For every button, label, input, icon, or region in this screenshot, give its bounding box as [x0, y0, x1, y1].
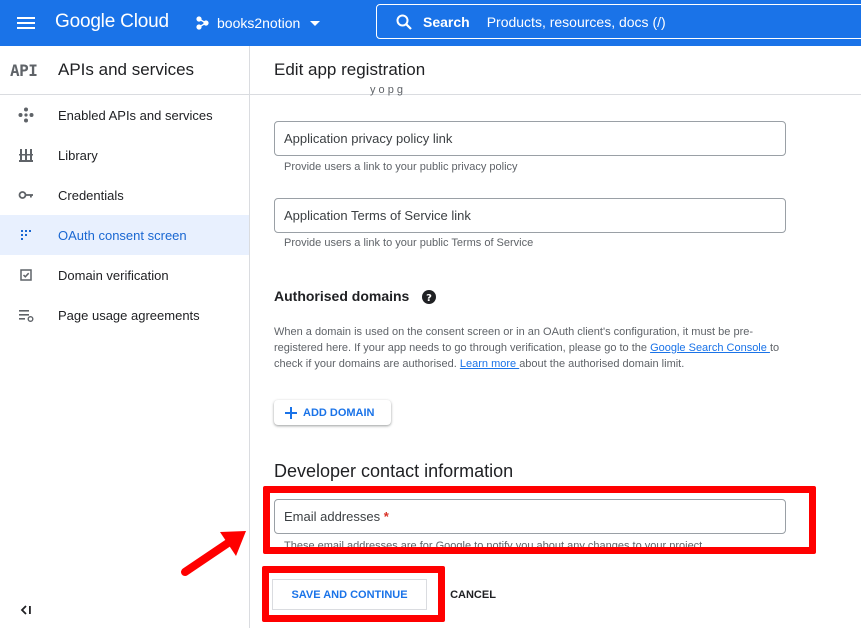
api-logo-icon: API [10, 60, 38, 80]
google-cloud-logo[interactable]: Google Cloud [55, 11, 169, 33]
search-console-link[interactable]: Google Search Console [650, 342, 770, 354]
privacy-policy-placeholder: Application privacy policy link [284, 131, 453, 146]
settings-list-icon [19, 310, 34, 322]
hub-icon [18, 107, 34, 123]
clipped-hint-text: y o p g [370, 84, 404, 96]
terms-of-service-input[interactable]: Application Terms of Service link [274, 198, 786, 233]
red-arrow-annotation [181, 531, 246, 576]
cancel-button[interactable]: CANCEL [440, 579, 506, 610]
terms-of-service-placeholder: Application Terms of Service link [284, 208, 471, 223]
search-icon [396, 14, 412, 30]
sidebar-item-label: Domain verification [58, 267, 169, 283]
caret-down-icon [310, 21, 321, 26]
svg-text:?: ? [426, 293, 432, 304]
library-icon [19, 149, 33, 162]
collapse-sidebar-icon[interactable] [18, 602, 34, 618]
help-icon[interactable]: ? [421, 289, 437, 305]
menu-icon[interactable] [14, 11, 38, 35]
highlight-box-email [263, 486, 816, 554]
search-label: Search [423, 13, 470, 30]
authorised-domains-title: Authorised domains [274, 288, 410, 304]
page-title: Edit app registration [274, 60, 426, 79]
terms-of-service-hint: Provide users a link to your public Term… [284, 237, 534, 249]
learn-more-link[interactable]: Learn more [460, 358, 519, 370]
sidebar-item-label: OAuth consent screen [58, 227, 187, 243]
sidebar-item-domain-verification[interactable]: Domain verification [0, 255, 249, 295]
search-bar[interactable]: Search Products, resources, docs (/) [376, 4, 861, 39]
authorised-domains-description: When a domain is used on the consent scr… [274, 326, 780, 370]
developer-contact-title: Developer contact information [274, 461, 514, 481]
add-domain-button[interactable]: ADD DOMAIN [274, 400, 391, 425]
consent-grid-icon [21, 230, 31, 240]
sidebar-item-label: Credentials [58, 187, 124, 203]
sidebar-item-enabled-apis[interactable]: Enabled APIs and services [0, 95, 249, 135]
sidebar-item-page-usage[interactable]: Page usage agreements [0, 295, 249, 335]
sidebar-item-label: Page usage agreements [58, 307, 200, 323]
checkbox-icon [20, 269, 32, 281]
project-name: books2notion [217, 15, 301, 31]
project-selector[interactable]: books2notion [193, 11, 324, 35]
sidebar-item-credentials[interactable]: Credentials [0, 175, 249, 215]
sidebar-item-oauth-consent[interactable]: OAuth consent screen [0, 215, 249, 255]
privacy-policy-input[interactable]: Application privacy policy link [274, 121, 786, 156]
project-icon [196, 16, 209, 30]
plus-icon [285, 406, 297, 419]
privacy-policy-hint: Provide users a link to your public priv… [284, 161, 518, 173]
sidebar-item-library[interactable]: Library [0, 135, 249, 175]
top-bar: Google Cloud books2notion Search Product… [0, 0, 861, 46]
sidebar-item-label: Library [58, 147, 98, 163]
sidebar-title: APIs and services [58, 60, 195, 79]
highlight-box-save [262, 566, 445, 622]
sidebar-item-label: Enabled APIs and services [58, 107, 213, 123]
sidebar-header: API APIs and services [0, 46, 249, 95]
key-icon [18, 191, 33, 199]
main-header: Edit app registration [250, 46, 861, 95]
search-placeholder: Products, resources, docs (/) [486, 13, 666, 30]
